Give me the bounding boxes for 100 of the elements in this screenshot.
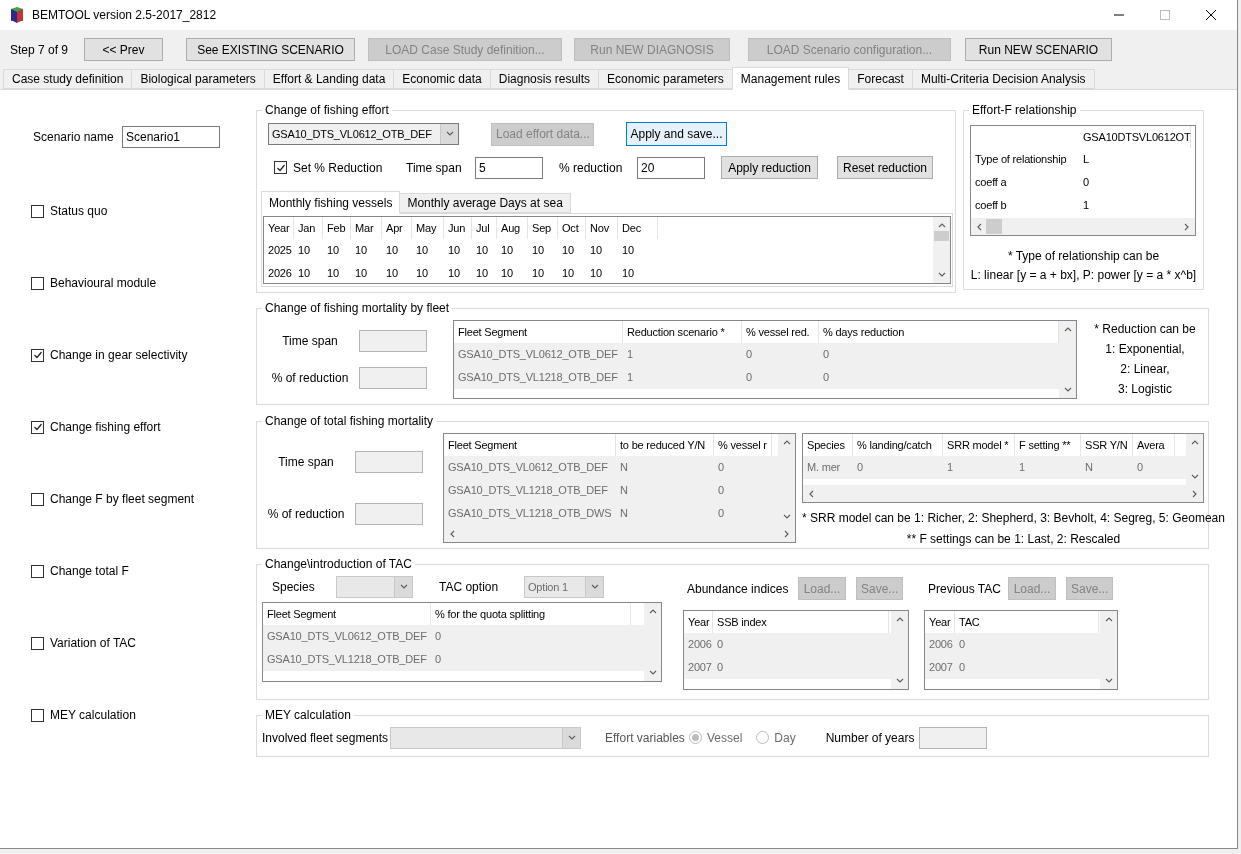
note-text: 2: Linear, — [1120, 361, 1170, 378]
checkbox[interactable] — [31, 348, 44, 362]
tab[interactable]: Economic data — [393, 69, 491, 89]
button[interactable]: Apply reduction — [721, 156, 818, 179]
text-field[interactable] — [355, 451, 423, 473]
checkbox[interactable] — [31, 636, 44, 650]
button[interactable]: See EXISTING SCENARIO — [186, 38, 355, 61]
radio-label[interactable]: Day — [774, 728, 796, 747]
field-label: Number of years — [825, 729, 916, 747]
text-field[interactable]: Scenario1 — [122, 126, 220, 148]
window-title: BEMTOOL version 2.5-2017_2812 — [32, 7, 217, 24]
button[interactable]: Reset reduction — [837, 156, 933, 179]
table-cell-text: 10 — [589, 266, 603, 282]
table-cell-text: 0 — [1136, 460, 1144, 476]
button[interactable]: Run NEW SCENARIO — [965, 38, 1112, 61]
vertical-scrollbar[interactable] — [1186, 434, 1203, 485]
checkbox[interactable] — [31, 492, 44, 506]
text-field[interactable]: 20 — [637, 156, 705, 179]
dropdown[interactable]: Option 1 — [524, 576, 604, 598]
text-field[interactable] — [359, 330, 427, 352]
group-title: Change of fishing mortality by fleet — [262, 300, 453, 316]
checkbox[interactable] — [274, 161, 287, 174]
checkbox-label[interactable]: Variation of TAC — [50, 634, 137, 652]
checkbox-label[interactable]: Change fishing effort — [50, 418, 161, 436]
table-cell-text: GSA10_DTS_VL1218_OTB_DEF — [266, 652, 428, 668]
table-cell-text: 10 — [415, 243, 429, 259]
text-field[interactable] — [918, 726, 987, 749]
text-field[interactable] — [355, 503, 423, 525]
vertical-scrollbar[interactable] — [1100, 611, 1117, 689]
table-cell-text: 10 — [354, 266, 368, 282]
table-cell-text: 10 — [297, 266, 311, 282]
text-field[interactable]: 5 — [475, 156, 543, 179]
horizontal-scrollbar[interactable] — [444, 525, 795, 542]
vertical-scrollbar[interactable] — [933, 217, 950, 283]
checkbox[interactable] — [31, 276, 44, 290]
table-cell-text: 10 — [621, 243, 635, 259]
radio-label[interactable]: Vessel — [707, 728, 743, 747]
note-text: * Reduction can be — [1094, 321, 1196, 338]
tab[interactable]: Forecast — [848, 69, 913, 89]
horizontal-scrollbar[interactable] — [803, 485, 1203, 502]
field-label: Time span — [277, 454, 335, 471]
field-label: Previous TAC — [928, 580, 1002, 598]
field-label: % reduction — [559, 159, 624, 177]
scroll-thumb[interactable] — [934, 231, 949, 241]
vertical-scrollbar[interactable] — [644, 603, 661, 681]
button[interactable]: Apply and save... — [626, 122, 727, 146]
checkbox[interactable] — [31, 564, 44, 578]
checkbox[interactable] — [31, 708, 44, 722]
text-field[interactable] — [359, 367, 427, 389]
step-label: Step 7 of 9 — [10, 41, 70, 59]
table-cell-text: 0 — [745, 347, 753, 363]
tab[interactable]: Diagnosis results — [489, 69, 600, 89]
table-cell-text: GSA10_DTS_VL0612_OTB_DEF — [457, 347, 619, 363]
field-label: Scenario name — [33, 129, 115, 146]
button[interactable]: << Prev — [84, 38, 163, 61]
table-cell-text: Type of relationship — [974, 152, 1068, 168]
table-cell-text: 10 — [621, 266, 635, 282]
table-cell-text: L — [1082, 152, 1090, 168]
checkbox-label[interactable]: Change total F — [50, 562, 129, 580]
table-cell-text: 0 — [717, 460, 725, 476]
checkbox-label[interactable]: Set % Reduction — [293, 158, 406, 177]
checkbox-label[interactable]: Change F by fleet segment — [50, 490, 195, 508]
table-cell-text: 0 — [958, 637, 966, 653]
tab[interactable]: Biological parameters — [131, 69, 265, 89]
checkbox-label[interactable]: Change in gear selectivity — [50, 346, 188, 364]
table-cell-text: 10 — [447, 243, 461, 259]
table-cell-text: N — [619, 506, 629, 522]
field-label: % of reduction — [270, 370, 350, 387]
table-cell-text: 10 — [326, 266, 340, 282]
checkbox-label[interactable]: MEY calculation — [50, 706, 136, 724]
field-label: Species — [272, 579, 316, 596]
vertical-scrollbar[interactable] — [1059, 321, 1076, 398]
table-cell-text: coeff b — [974, 198, 1008, 214]
table-cell-text: GSA10_DTS_VL0612_OTB_DEF — [447, 460, 609, 476]
field-label: Abundance indices — [687, 580, 790, 598]
note-text: L: linear [y = a + bx], P: power [y = a * x^b] — [970, 267, 1197, 284]
close-icon[interactable] — [1206, 10, 1216, 20]
checkbox[interactable] — [31, 420, 44, 434]
dropdown[interactable]: GSA10_DTS_VL0612_OTB_DEF — [268, 123, 459, 145]
scroll-thumb[interactable] — [986, 219, 1002, 234]
table-cell-text: 1 — [1082, 198, 1090, 214]
table-cell-text: 10 — [589, 243, 603, 259]
radio-button[interactable] — [689, 731, 702, 744]
checkbox-label[interactable]: Behavioural module — [50, 274, 157, 292]
tab[interactable]: Case study definition — [3, 69, 133, 89]
tab[interactable]: Monthly average Days at sea — [399, 193, 571, 213]
table-cell-text: 10 — [415, 266, 429, 282]
table-cell-text: 0 — [1082, 175, 1090, 191]
tab[interactable]: Effort & Landing data — [263, 69, 395, 89]
checkbox[interactable] — [31, 204, 44, 218]
table-cell-text: GSA10_DTS_VL0612_OTB_DEF — [266, 629, 428, 645]
radio-button[interactable] — [756, 731, 770, 744]
horizontal-scrollbar[interactable] — [971, 218, 1195, 235]
tab[interactable]: Management rules — [731, 67, 850, 90]
checkbox-label[interactable]: Status quo — [50, 202, 108, 220]
tab[interactable]: Economic parameters — [598, 69, 733, 89]
tab[interactable]: Monthly fishing vessels — [261, 191, 401, 214]
vertical-scrollbar[interactable] — [891, 611, 908, 689]
group-title: Change\introduction of TAC — [262, 556, 415, 572]
tab[interactable]: Multi-Criteria Decision Analysis — [911, 69, 1095, 89]
